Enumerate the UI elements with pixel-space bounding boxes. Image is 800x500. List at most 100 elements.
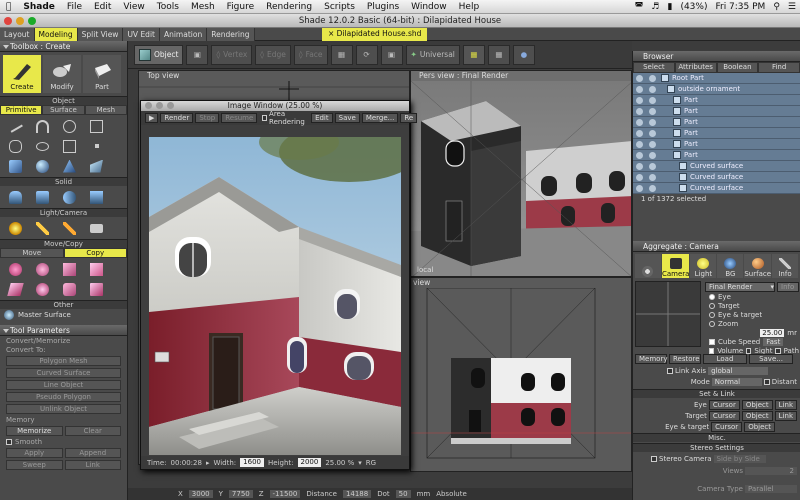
tab-light[interactable]: Light xyxy=(690,254,717,278)
chevron-right-icon[interactable]: ▸ xyxy=(206,459,210,467)
unlink-object-button[interactable]: Unlink Object xyxy=(6,404,121,414)
tool-point-light[interactable] xyxy=(4,220,27,236)
perspective-viewport[interactable]: Pers view : Final Render local xyxy=(410,70,632,277)
eye-cursor-button[interactable]: Cursor xyxy=(708,399,740,410)
stereo-mode-select[interactable]: Side by Side xyxy=(713,454,766,463)
tab-surface[interactable]: Surface xyxy=(42,105,85,115)
front-view-viewport[interactable]: view xyxy=(410,277,632,472)
create-button[interactable]: Create xyxy=(3,55,41,93)
render-icon[interactable] xyxy=(649,140,656,148)
tab-camera[interactable]: Camera xyxy=(661,254,690,278)
smooth-checkbox[interactable] xyxy=(6,439,12,445)
document-tab-close-icon[interactable]: × xyxy=(328,29,337,38)
spotlight-icon[interactable]: ⚲ xyxy=(769,2,784,12)
tool-curve[interactable] xyxy=(31,118,54,134)
line-object-button[interactable]: Line Object xyxy=(6,380,121,390)
image-window[interactable]: Image Window (25.00 %) ▶ Render Stop Res… xyxy=(140,100,418,470)
save-menu-button[interactable]: Save xyxy=(334,113,360,123)
visibility-icon[interactable] xyxy=(636,107,643,115)
tool-loft[interactable] xyxy=(85,189,108,205)
link-axis-select[interactable]: global xyxy=(708,366,769,375)
grid-snap-button[interactable]: ▦ xyxy=(462,44,485,65)
tool-ellipse[interactable] xyxy=(31,138,54,154)
tool-copy-matrix[interactable] xyxy=(85,261,108,277)
stereo-settings-section-header[interactable]: Stereo Settings xyxy=(633,443,800,452)
tree-row[interactable]: outside ornament xyxy=(633,84,800,95)
tree-row[interactable]: Part xyxy=(633,139,800,150)
re-button[interactable]: Re xyxy=(400,113,418,123)
render-icon[interactable] xyxy=(649,107,656,115)
visibility-icon[interactable] xyxy=(636,118,643,126)
menu-figure[interactable]: Figure xyxy=(221,2,260,12)
zoom-dropdown-icon[interactable]: ▾ xyxy=(358,459,362,467)
tab-info[interactable]: Info xyxy=(772,254,798,278)
zoom-window-icon[interactable] xyxy=(28,17,36,25)
visibility-icon[interactable] xyxy=(636,151,643,159)
clock[interactable]: Fri 7:35 PM xyxy=(711,2,769,12)
tool-plane[interactable] xyxy=(85,158,108,174)
memory-button[interactable]: Memory xyxy=(635,354,667,364)
render-button[interactable]: Render xyxy=(160,113,194,123)
zoom-option[interactable]: Zoom xyxy=(705,319,799,328)
tool-sweep[interactable] xyxy=(58,189,81,205)
tool-copy-uniform[interactable] xyxy=(58,281,81,297)
views-input[interactable]: 2 xyxy=(745,466,797,475)
menu-rendering[interactable]: Rendering xyxy=(260,2,318,12)
object-section-header[interactable]: Object xyxy=(0,96,127,105)
resume-button[interactable]: Resume xyxy=(221,113,258,123)
image-window-titlebar[interactable]: Image Window (25.00 %) xyxy=(141,101,409,111)
visibility-icon[interactable] xyxy=(636,129,643,137)
tab-surface[interactable]: Surface xyxy=(744,254,772,278)
render-icon[interactable] xyxy=(649,162,656,170)
memorize-button[interactable]: Memorize xyxy=(6,426,63,436)
light-camera-section-header[interactable]: Light/Camera xyxy=(0,208,127,217)
target-radio[interactable] xyxy=(709,302,715,309)
modify-button[interactable]: Modify xyxy=(43,55,81,93)
face-mode-button[interactable]: ◊ Face xyxy=(293,44,328,65)
menu-edit[interactable]: Edit xyxy=(88,2,117,12)
scale-tool-button[interactable]: ▣ xyxy=(380,44,403,65)
rotate-tool-button[interactable]: ⟳ xyxy=(355,44,378,65)
wifi-icon[interactable]: ◚ xyxy=(631,2,648,12)
select-rect-button[interactable]: ▦ xyxy=(330,44,353,65)
tab-split-view[interactable]: Split View xyxy=(77,27,124,41)
cube-speed-row[interactable]: Cube Speed Fast xyxy=(705,337,799,346)
area-rendering-toggle[interactable]: Area Rendering xyxy=(259,110,309,126)
path-checkbox[interactable] xyxy=(775,347,781,354)
eye-object-button[interactable]: Object xyxy=(741,399,773,410)
eye-target-cursor-button[interactable]: Cursor xyxy=(711,421,743,432)
camera-select[interactable]: Final Render ▾ xyxy=(705,282,775,292)
eye-target-option[interactable]: Eye & target xyxy=(705,310,799,319)
visibility-icon[interactable] xyxy=(636,140,643,148)
menu-app[interactable]: Shade xyxy=(17,2,61,12)
tool-square[interactable] xyxy=(58,138,81,154)
render-icon[interactable] xyxy=(649,129,656,137)
sweep-button[interactable]: Sweep xyxy=(6,460,63,470)
tool-cone[interactable] xyxy=(58,158,81,174)
play-icon[interactable]: ▶ xyxy=(145,113,159,123)
browser-header[interactable]: Browser xyxy=(633,51,800,62)
tree-row[interactable]: Part xyxy=(633,106,800,117)
tool-extrude[interactable] xyxy=(31,189,54,205)
curved-surface-button[interactable]: Curved Surface xyxy=(6,368,121,378)
height-input[interactable]: 2000 xyxy=(297,458,322,467)
render-icon[interactable] xyxy=(649,74,656,82)
eye-target-radio[interactable] xyxy=(709,311,715,318)
menu-window[interactable]: Window xyxy=(405,2,453,12)
tab-uv-edit[interactable]: UV Edit xyxy=(123,27,160,41)
edit-menu-button[interactable]: Edit xyxy=(311,113,333,123)
volume-icon[interactable]: ♬ xyxy=(647,2,663,12)
visibility-icon[interactable] xyxy=(636,96,643,104)
tree-row[interactable]: Curved surface xyxy=(633,161,800,172)
smooth-row[interactable]: Smooth xyxy=(6,438,121,446)
tab-layout[interactable]: Layout xyxy=(0,27,35,41)
tab-move[interactable]: Move xyxy=(0,248,64,258)
tree-row[interactable]: Part xyxy=(633,150,800,161)
camera-pad[interactable] xyxy=(635,281,701,347)
tool-copy-shear[interactable] xyxy=(4,281,27,297)
image-window-minimize-icon[interactable] xyxy=(156,102,163,109)
eye-radio[interactable] xyxy=(709,293,715,300)
menu-help[interactable]: Help xyxy=(453,2,486,12)
document-tab[interactable]: × Dilapidated House.shd xyxy=(322,28,428,41)
apply-button[interactable]: Apply xyxy=(6,448,63,458)
